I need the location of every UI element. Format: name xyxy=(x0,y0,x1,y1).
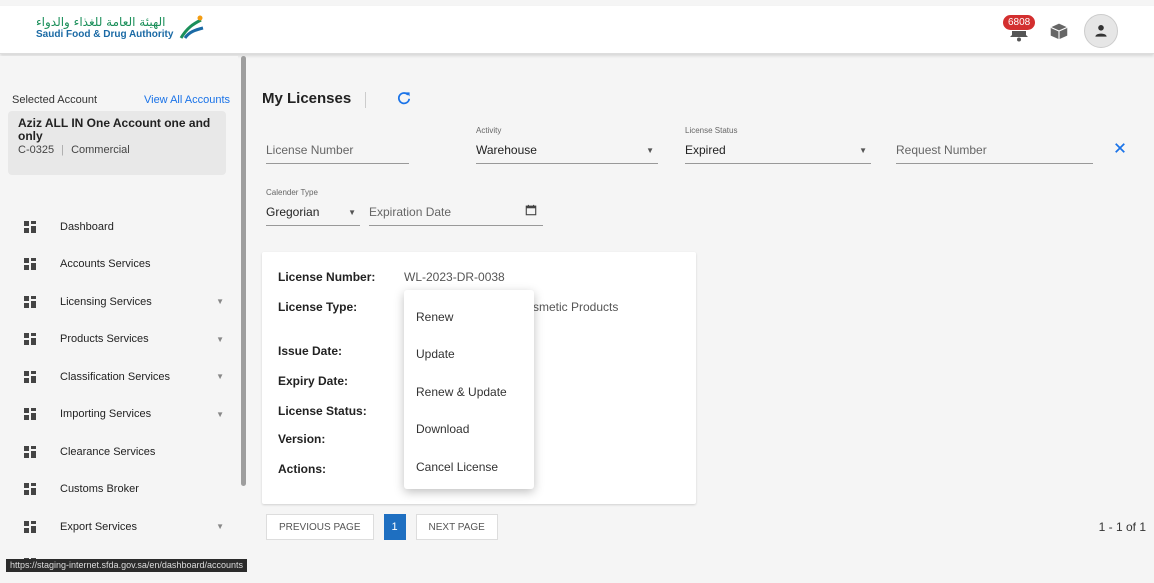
license-status-value: Expired xyxy=(685,143,726,157)
license-type-row: License Type: smetic Products xyxy=(278,300,357,314)
issue-date-row: Issue Date: xyxy=(278,344,342,358)
sidebar-item-label: Importing Services xyxy=(60,408,151,420)
expiration-date-input[interactable]: Expiration Date xyxy=(369,196,543,226)
sfda-logo-mark-icon xyxy=(177,14,205,42)
chevron-down-icon: ▼ xyxy=(646,146,654,155)
status-bar-url: https://staging-internet.sfda.gov.sa/en/… xyxy=(6,559,247,572)
calendar-type-label: Calender Type xyxy=(266,188,318,197)
account-code: C-0325 xyxy=(18,144,54,156)
sidebar-item-label: Customs Broker xyxy=(60,483,139,495)
dashboard-grid-icon xyxy=(24,296,36,308)
account-type: Commercial xyxy=(71,144,130,156)
actions-row: Actions: xyxy=(278,462,326,476)
calendar-type-select[interactable]: Calender Type Gregorian ▼ xyxy=(266,196,360,226)
sidebar-item-label: Clearance Services xyxy=(60,446,155,458)
notifications-button[interactable]: 6808 xyxy=(1004,16,1034,46)
action-update[interactable]: Update xyxy=(404,336,534,374)
license-number-row: License Number: WL-2023-DR-0038 xyxy=(278,270,375,284)
sidebar-item-clearance-services[interactable]: Clearance Services xyxy=(0,433,238,471)
sidebar-item-label: Dashboard xyxy=(60,221,114,233)
notification-count-badge: 6808 xyxy=(1002,14,1036,31)
sidebar-item-label: Export Services xyxy=(60,521,137,533)
license-type-value: smetic Products xyxy=(533,300,618,314)
action-renew-update[interactable]: Renew & Update xyxy=(404,373,534,411)
sidebar-item-customs-broker[interactable]: Customs Broker xyxy=(0,471,238,509)
page-1-button[interactable]: 1 xyxy=(384,514,406,540)
logo-english-text: Saudi Food & Drug Authority xyxy=(36,29,173,41)
page-title: My Licenses xyxy=(262,90,351,107)
close-icon xyxy=(1114,142,1126,154)
dashboard-grid-icon xyxy=(24,483,36,495)
sidebar-item-accounts-services[interactable]: Accounts Services xyxy=(0,246,238,284)
sidebar-item-label: Classification Services xyxy=(60,371,170,383)
license-number-value: WL-2023-DR-0038 xyxy=(404,270,505,284)
view-all-accounts-link[interactable]: View All Accounts xyxy=(144,94,230,106)
account-name: Aziz ALL IN One Account one and only xyxy=(18,117,216,143)
package-icon[interactable] xyxy=(1048,20,1070,42)
logo-arabic-text: الهيئة العامة للغذاء والدواء xyxy=(36,16,166,29)
actions-menu: RenewUpdateRenew & UpdateDownloadCancel … xyxy=(404,290,534,489)
action-cancel-license[interactable]: Cancel License xyxy=(404,448,534,486)
action-download[interactable]: Download xyxy=(404,411,534,449)
version-row: Version: xyxy=(278,432,325,446)
results-count: 1 - 1 of 1 xyxy=(1099,520,1146,534)
sidebar-item-products-services[interactable]: Products Services ▼ xyxy=(0,321,238,359)
sidebar-item-classification-services[interactable]: Classification Services ▼ xyxy=(0,358,238,396)
sidebar: Selected Account View All Accounts Aziz … xyxy=(0,56,238,572)
chevron-down-icon: ▼ xyxy=(348,208,356,217)
license-status-row: License Status: xyxy=(278,404,367,418)
user-icon xyxy=(1093,23,1109,39)
top-bar: الهيئة العامة للغذاء والدواء Saudi Food … xyxy=(0,6,1154,54)
chevron-down-icon: ▼ xyxy=(216,410,224,419)
license-status-select[interactable]: License Status Expired ▼ xyxy=(685,134,871,164)
chevron-down-icon: ▼ xyxy=(859,146,867,155)
pagination: PREVIOUS PAGE 1 NEXT PAGE xyxy=(266,514,498,540)
activity-value: Warehouse xyxy=(476,143,537,157)
chevron-down-icon: ▼ xyxy=(216,372,224,381)
chevron-down-icon: ▼ xyxy=(216,335,224,344)
activity-select[interactable]: Activity Warehouse ▼ xyxy=(476,134,658,164)
dashboard-grid-icon xyxy=(24,221,36,233)
dashboard-grid-icon xyxy=(24,408,36,420)
calendar-icon[interactable] xyxy=(525,204,537,216)
sidebar-menu: Dashboard Accounts Services Licensing Serv… xyxy=(0,208,238,583)
clear-filters-button[interactable] xyxy=(1114,141,1126,159)
sfda-logo[interactable]: الهيئة العامة للغذاء والدواء Saudi Food … xyxy=(36,14,205,42)
sidebar-item-importing-services[interactable]: Importing Services ▼ xyxy=(0,396,238,434)
dashboard-grid-icon xyxy=(24,258,36,270)
sidebar-item-label: Licensing Services xyxy=(60,296,152,308)
refresh-button[interactable] xyxy=(396,90,412,111)
previous-page-button[interactable]: PREVIOUS PAGE xyxy=(266,514,374,540)
request-number-input[interactable]: Request Number xyxy=(896,134,1093,164)
user-avatar-button[interactable] xyxy=(1084,14,1118,48)
chevron-down-icon: ▼ xyxy=(216,297,224,306)
license-number-input[interactable]: License Number xyxy=(266,134,409,164)
selected-account-label: Selected Account xyxy=(12,94,97,106)
dashboard-grid-icon xyxy=(24,521,36,533)
refresh-icon xyxy=(396,90,412,106)
license-status-label: License Status xyxy=(685,126,737,135)
action-renew[interactable]: Renew xyxy=(404,298,534,336)
calendar-type-value: Gregorian xyxy=(266,205,319,219)
selected-account-card[interactable]: Aziz ALL IN One Account one and only C-0… xyxy=(8,111,226,175)
sidebar-item-label: Accounts Services xyxy=(60,258,150,270)
dashboard-grid-icon xyxy=(24,371,36,383)
dashboard-grid-icon xyxy=(24,446,36,458)
expiry-date-row: Expiry Date: xyxy=(278,374,348,388)
activity-label: Activity xyxy=(476,126,501,135)
sidebar-item-export-services[interactable]: Export Services ▼ xyxy=(0,508,238,546)
main-content: My Licenses License Number Activity Ware… xyxy=(246,56,1154,572)
dashboard-grid-icon xyxy=(24,333,36,345)
chevron-down-icon: ▼ xyxy=(216,522,224,531)
sidebar-item-dashboard[interactable]: Dashboard xyxy=(0,208,238,246)
next-page-button[interactable]: NEXT PAGE xyxy=(416,514,498,540)
sidebar-item-label: Products Services xyxy=(60,333,149,345)
sidebar-item-licensing-services[interactable]: Licensing Services ▼ xyxy=(0,283,238,321)
